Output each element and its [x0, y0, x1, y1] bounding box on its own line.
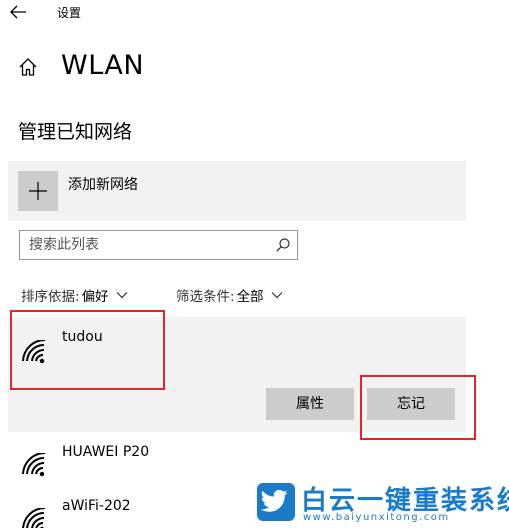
- section-title: 管理已知网络: [18, 121, 133, 143]
- filter-value: 全部: [236, 289, 264, 305]
- network-item-awifi[interactable]: aWiFi-202: [8, 488, 258, 528]
- home-icon: [18, 57, 38, 77]
- chevron-down-icon: [116, 292, 127, 299]
- filter-label: 筛选条件:: [176, 289, 235, 305]
- add-network-plus: [18, 171, 58, 211]
- twitter-bird-logo-icon: [257, 483, 295, 521]
- search-box[interactable]: [19, 230, 298, 260]
- chevron-down-icon: [271, 292, 282, 299]
- wifi-signal-icon: [22, 453, 46, 477]
- network-name: HUAWEI P20: [62, 444, 150, 460]
- sort-value: 偏好: [81, 289, 109, 305]
- highlight-network-tudou: [10, 310, 165, 390]
- network-name: aWiFi-202: [62, 498, 131, 514]
- plus-icon: [29, 182, 47, 200]
- properties-button[interactable]: 属性: [266, 388, 354, 420]
- sort-label: 排序依据:: [21, 289, 80, 305]
- wifi-signal-icon: [22, 508, 46, 528]
- window-title: 设置: [57, 6, 82, 20]
- add-network-button[interactable]: 添加新网络: [8, 161, 466, 221]
- watermark-url: www.baiyunxitong.com: [303, 512, 450, 523]
- network-item-huawei[interactable]: HUAWEI P20: [8, 433, 466, 483]
- search-icon[interactable]: [275, 237, 291, 253]
- back-button[interactable]: [8, 3, 30, 21]
- watermark: 白云一键重装系统 www.baiyunxitong.com: [257, 482, 509, 526]
- sort-dropdown[interactable]: 排序依据: 偏好: [21, 285, 128, 305]
- back-arrow-icon: [10, 5, 26, 19]
- title-bar: 设置: [0, 0, 509, 26]
- highlight-forget-button: [360, 375, 476, 440]
- filter-dropdown[interactable]: 筛选条件: 全部: [176, 285, 283, 305]
- page-title: WLAN: [61, 50, 145, 81]
- search-input[interactable]: [20, 231, 270, 259]
- add-network-label: 添加新网络: [68, 177, 138, 193]
